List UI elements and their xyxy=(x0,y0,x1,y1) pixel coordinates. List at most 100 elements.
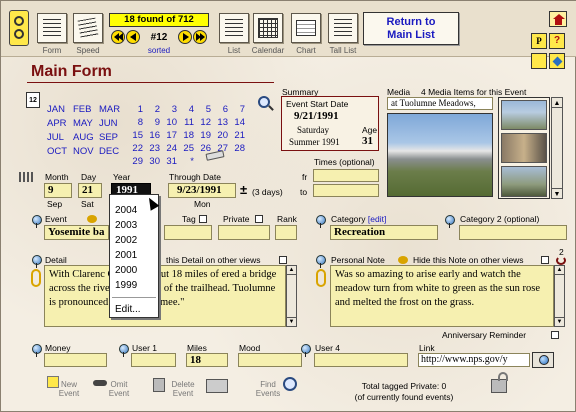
media-thumb-1[interactable] xyxy=(501,100,547,130)
detail-pin-icon[interactable] xyxy=(32,255,42,268)
day-option[interactable]: 20 xyxy=(214,130,231,141)
add-days-button[interactable]: ± xyxy=(240,182,247,197)
anniversary-checkbox[interactable] xyxy=(551,331,559,339)
find-icon[interactable] xyxy=(283,377,297,391)
month-option[interactable]: OCT xyxy=(47,146,73,157)
time-to-field[interactable] xyxy=(313,184,379,197)
delete-event-button[interactable]: Delete Event xyxy=(165,380,201,398)
note-scroll-down[interactable]: ▼ xyxy=(555,317,564,326)
month-option[interactable]: MAR xyxy=(99,104,125,115)
day-option[interactable]: 28 xyxy=(231,143,248,154)
day-option[interactable]: * xyxy=(180,156,197,167)
event-lookup-icon[interactable] xyxy=(257,95,275,113)
note-hide-checkbox[interactable] xyxy=(541,256,549,264)
month-option[interactable]: SEP xyxy=(99,132,125,143)
year-option[interactable]: 2002 xyxy=(110,233,158,248)
day-option[interactable]: 8 xyxy=(129,117,146,128)
user4-field[interactable] xyxy=(314,353,408,367)
day-option[interactable]: 13 xyxy=(214,117,231,128)
tag-checkbox[interactable] xyxy=(199,215,207,223)
media-thumb-3[interactable] xyxy=(501,166,547,197)
day-option[interactable]: 25 xyxy=(180,143,197,154)
form-view-button[interactable] xyxy=(37,13,67,43)
link-field[interactable]: http://www.nps.gov/y xyxy=(418,353,530,367)
tag-field[interactable] xyxy=(164,225,212,240)
media-caption[interactable]: at Tuolumne Meadows, xyxy=(387,97,493,110)
note-link-icon[interactable] xyxy=(398,256,408,264)
month-option[interactable]: MAY xyxy=(73,118,99,129)
day-option[interactable]: 10 xyxy=(163,117,180,128)
link-icon[interactable] xyxy=(9,10,29,46)
user1-pin-icon[interactable] xyxy=(119,344,129,357)
note-scroll-up[interactable]: ▲ xyxy=(555,266,564,275)
month-option[interactable]: DEC xyxy=(99,146,125,157)
year-option[interactable]: 2003 xyxy=(110,218,158,233)
event-field[interactable]: Yosemite ba xyxy=(44,225,109,240)
event-link-icon[interactable] xyxy=(87,215,97,223)
month-option[interactable]: NOV xyxy=(73,146,99,157)
home-icon[interactable] xyxy=(549,11,567,27)
day-option[interactable]: 16 xyxy=(146,130,163,141)
day-option[interactable]: 4 xyxy=(180,104,197,115)
first-record-button[interactable] xyxy=(111,30,125,44)
through-date-field[interactable]: 9/23/1991 xyxy=(168,183,236,198)
money-pin-icon[interactable] xyxy=(32,344,42,357)
detail-attach-icon[interactable] xyxy=(31,269,41,287)
note-attach-icon[interactable] xyxy=(316,269,326,287)
detail-hide-checkbox[interactable] xyxy=(279,256,287,264)
tall-list-view-button[interactable] xyxy=(328,13,358,43)
day-option[interactable]: 7 xyxy=(231,104,248,115)
day-option[interactable]: 24 xyxy=(163,143,180,154)
category2-pin-icon[interactable] xyxy=(445,215,455,228)
detail-scroll-down[interactable]: ▼ xyxy=(287,317,296,326)
day-option[interactable]: 19 xyxy=(197,130,214,141)
day-option[interactable]: 14 xyxy=(231,117,248,128)
calendar-picker-icon[interactable]: 12 xyxy=(26,92,40,108)
day-option[interactable]: 17 xyxy=(163,130,180,141)
miles-field[interactable]: 18 xyxy=(186,353,228,367)
note-scrollbar[interactable]: ▲ ▼ xyxy=(554,265,565,327)
day-option[interactable]: 3 xyxy=(163,104,180,115)
event-pin-icon[interactable] xyxy=(32,215,42,228)
month-option[interactable]: JUL xyxy=(47,132,73,143)
day-option[interactable]: 9 xyxy=(146,117,163,128)
day-option[interactable]: 11 xyxy=(180,117,197,128)
user1-field[interactable] xyxy=(131,353,176,367)
trash-icon[interactable] xyxy=(153,378,165,392)
lock-icon[interactable] xyxy=(491,379,507,393)
day-option[interactable]: 12 xyxy=(197,117,214,128)
scroll-up-icon[interactable]: ▲ xyxy=(552,98,562,108)
speed-view-button[interactable] xyxy=(73,13,103,43)
prev-record-button[interactable] xyxy=(126,30,140,44)
category-edit-link[interactable]: [edit] xyxy=(368,214,386,224)
note-text[interactable]: Was so amazing to arise early and watch … xyxy=(330,265,554,327)
month-option[interactable]: FEB xyxy=(73,104,99,115)
shape-icon[interactable] xyxy=(549,53,565,69)
private-checkbox[interactable] xyxy=(255,215,263,223)
month-option[interactable]: APR xyxy=(47,118,73,129)
chart-view-button[interactable] xyxy=(291,13,321,43)
new-event-button[interactable]: New Event xyxy=(41,380,81,398)
next-record-button[interactable] xyxy=(178,30,192,44)
month-option[interactable]: JUN xyxy=(99,118,125,129)
month-option[interactable]: JAN xyxy=(47,104,73,115)
year-dropdown-menu[interactable]: 2004 2003 2002 2001 2000 1999 Edit... xyxy=(109,194,159,318)
year-edit-option[interactable]: Edit... xyxy=(110,302,158,317)
return-to-main-list-button[interactable]: Return to Main List xyxy=(363,12,459,45)
media-main-photo[interactable] xyxy=(387,113,493,197)
time-from-field[interactable] xyxy=(313,169,379,182)
list-view-button[interactable] xyxy=(219,13,249,43)
day-field[interactable]: 21 xyxy=(78,183,102,198)
day-option[interactable]: 18 xyxy=(180,130,197,141)
note-undo-icon[interactable] xyxy=(556,256,566,265)
day-option[interactable]: 23 xyxy=(146,143,163,154)
category-pin-icon[interactable] xyxy=(316,215,326,228)
printer-icon[interactable] xyxy=(206,379,228,393)
last-record-button[interactable] xyxy=(193,30,207,44)
user4-pin-icon[interactable] xyxy=(301,344,311,357)
detail-text[interactable]: With Clarenc Covered about 18 miles of e… xyxy=(44,265,286,327)
category-field[interactable]: Recreation xyxy=(330,225,438,240)
month-option[interactable]: AUG xyxy=(73,132,99,143)
day-option[interactable]: 30 xyxy=(146,156,163,167)
help-icon[interactable]: ? xyxy=(549,33,565,49)
